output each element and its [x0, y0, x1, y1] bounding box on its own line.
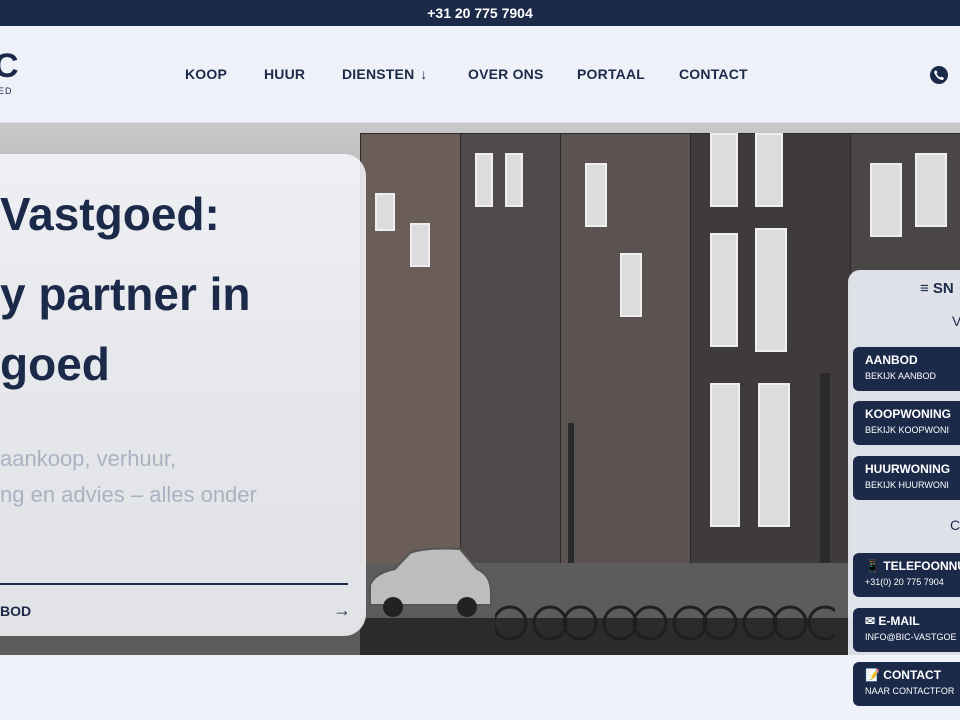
side-button-sub: BEKIJK AANBOD — [865, 371, 937, 381]
hero-aanbod-link[interactable]: BOD — [0, 603, 31, 619]
logo-subtitle: ED — [0, 86, 13, 96]
side-button-huurwoning[interactable]: HUURWONING BEKIJK HUURWONI — [853, 456, 960, 500]
side-button-sub: BEKIJK KOOPWONI — [865, 425, 950, 435]
nav-item-koop[interactable]: KOOP — [185, 66, 227, 82]
hero-divider — [0, 583, 348, 585]
hero-title-line-1: Vastgoed: — [0, 188, 220, 240]
window — [585, 163, 607, 227]
window — [505, 153, 523, 207]
side-panel-subtitle: V — [952, 313, 960, 329]
window — [375, 193, 395, 231]
window — [410, 223, 430, 267]
side-button-title: HUURWONING — [865, 462, 951, 476]
top-phone-bar: +31 20 775 7904 — [0, 0, 960, 26]
hero-title-line-3: goed — [0, 338, 110, 390]
side-button-sub: NAAR CONTACTFOR — [865, 686, 955, 696]
side-button-sub: BEKIJK HUURWONI — [865, 480, 949, 490]
window — [755, 133, 783, 207]
window — [620, 253, 642, 317]
side-button-title: AANBOD — [865, 353, 918, 367]
bicycles — [495, 605, 835, 641]
side-panel-title[interactable]: ≡ SN — [920, 280, 954, 297]
hero-lead-line-1: aankoop, verhuur, — [0, 446, 177, 471]
window — [755, 228, 787, 352]
hero-title-line-2: y partner in — [0, 268, 251, 320]
side-button-title: 📱 TELEFOONNUM — [865, 559, 960, 573]
logo-mark[interactable]: C — [0, 48, 19, 84]
nav-item-over-ons[interactable]: OVER ONS — [468, 66, 544, 82]
side-button-contact[interactable]: 📝 CONTACT NAAR CONTACTFOR — [853, 662, 960, 706]
window — [915, 153, 947, 227]
window — [710, 383, 740, 527]
phone-icon[interactable] — [930, 66, 948, 84]
chevron-down-icon: ↓ — [420, 66, 428, 82]
parked-car — [369, 547, 492, 617]
top-phone-number[interactable]: +31 20 775 7904 — [427, 5, 533, 21]
arrow-right-icon[interactable]: → — [333, 600, 351, 621]
side-panel-section-label: C — [950, 517, 960, 533]
side-button-title: ✉ E-MAIL — [865, 614, 920, 628]
side-button-telefoon[interactable]: 📱 TELEFOONNUM +31(0) 20 775 7904 — [853, 553, 960, 597]
nav-item-portaal[interactable]: PORTAAL — [577, 66, 645, 82]
window — [710, 233, 738, 347]
side-button-sub: INFO@BIC-VASTGOE — [865, 632, 957, 642]
side-button-koopwoning[interactable]: KOOPWONING BEKIJK KOOPWONI — [853, 401, 960, 445]
window — [870, 163, 902, 237]
building — [560, 133, 692, 575]
nav-item-huur[interactable]: HUUR — [264, 66, 305, 82]
side-button-aanbod[interactable]: AANBOD BEKIJK AANBOD — [853, 347, 960, 391]
hero-lead-line-2: ng en advies – alles onder — [0, 482, 257, 507]
side-button-email[interactable]: ✉ E-MAIL INFO@BIC-VASTGOE — [853, 608, 960, 652]
side-button-title: 📝 CONTACT — [865, 668, 942, 682]
nav-item-contact[interactable]: CONTACT — [679, 66, 748, 82]
side-button-sub: +31(0) 20 775 7904 — [865, 577, 944, 587]
nav-item-diensten-label: DIENSTEN — [342, 66, 415, 82]
window — [475, 153, 493, 207]
window — [758, 383, 790, 527]
window — [710, 133, 738, 207]
side-button-title: KOOPWONING — [865, 407, 951, 421]
nav-item-diensten[interactable]: DIENSTEN ↓ — [342, 66, 428, 82]
phone-glyph — [934, 70, 944, 80]
site-header: C ED KOOP HUUR DIENSTEN ↓ OVER ONS PORTAA… — [0, 26, 960, 123]
